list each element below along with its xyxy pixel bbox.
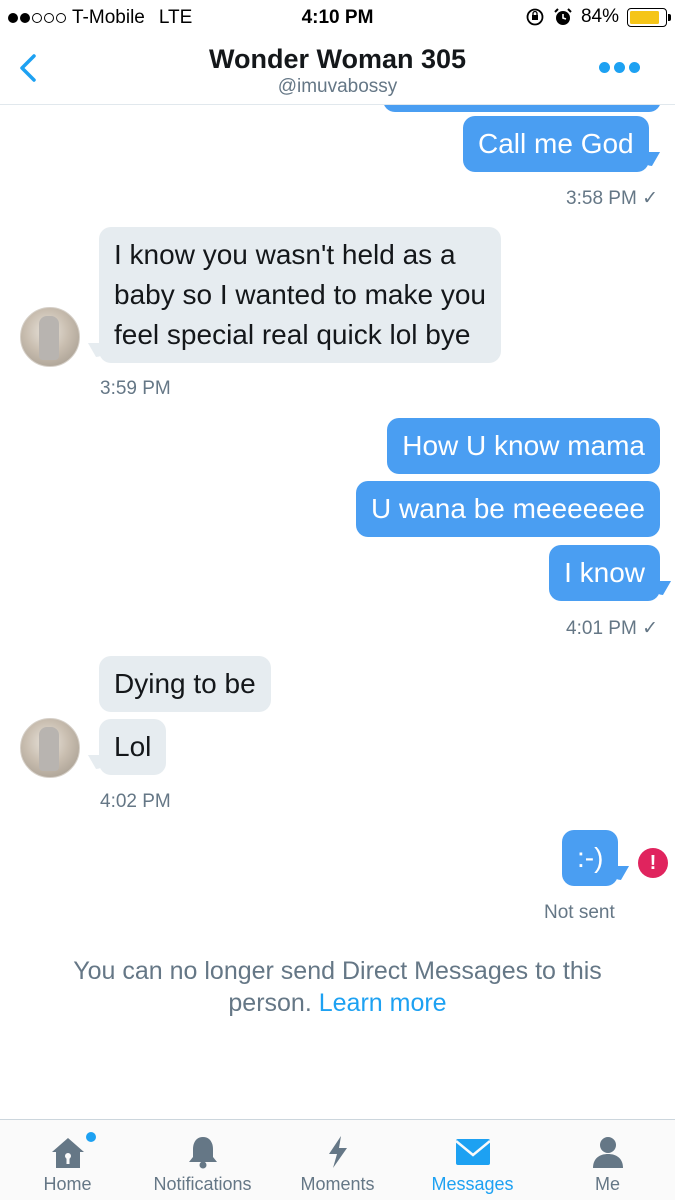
message-line: I know you wasn't held as a bbox=[114, 239, 456, 270]
message-bubble-outgoing[interactable]: Call me God bbox=[463, 116, 649, 172]
user-handle: @imuvabossy bbox=[277, 76, 398, 97]
lightning-icon bbox=[328, 1136, 347, 1168]
message-line: baby so I wanted to make you bbox=[114, 279, 486, 310]
envelope-icon bbox=[454, 1139, 491, 1165]
tab-home[interactable]: Home bbox=[0, 1120, 135, 1200]
error-icon[interactable]: ! bbox=[638, 848, 668, 878]
tab-bar: Home Notifications Moments Messages Me bbox=[0, 1119, 675, 1200]
tab-label: Me bbox=[594, 1174, 620, 1194]
message-bubble-incoming[interactable]: Lol bbox=[99, 719, 167, 775]
conversation-header: Wonder Woman 305 @imuvabossy bbox=[0, 36, 675, 105]
tab-label: Notifications bbox=[153, 1174, 252, 1194]
message-bubble-incoming[interactable]: I know you wasn't held as a baby so I wa… bbox=[99, 227, 501, 363]
more-dots-icon[interactable] bbox=[599, 62, 643, 76]
bell-icon bbox=[188, 1137, 217, 1169]
tab-label: Moments bbox=[300, 1174, 375, 1194]
notification-dot bbox=[86, 1132, 96, 1142]
message-bubble-outgoing[interactable]: I know bbox=[549, 545, 660, 601]
page-title[interactable]: Wonder Woman 305 bbox=[0, 44, 675, 75]
tab-label: Messages bbox=[431, 1174, 514, 1194]
message-bubble-incoming[interactable]: Dying to be bbox=[99, 656, 271, 712]
dm-disabled-notice: You can no longer send Direct Messages t… bbox=[40, 955, 635, 1019]
person-icon bbox=[592, 1137, 623, 1168]
message-bubble-outgoing[interactable]: How U know mama bbox=[387, 418, 660, 474]
message-bubble-outgoing[interactable]: U wana be meeeeeee bbox=[356, 481, 660, 537]
not-sent-label: Not sent bbox=[544, 902, 615, 923]
message-timestamp: 3:58 PM ✓ bbox=[566, 188, 658, 209]
avatar[interactable] bbox=[20, 307, 80, 367]
message-timestamp: 4:01 PM ✓ bbox=[566, 618, 658, 639]
message-bubble-outgoing-failed[interactable]: :-) bbox=[562, 830, 619, 886]
message-timestamp: 4:02 PM bbox=[100, 791, 171, 812]
message-timestamp: 3:59 PM bbox=[100, 378, 171, 399]
tab-label: Home bbox=[43, 1174, 92, 1194]
message-line: feel special real quick lol bye bbox=[114, 319, 471, 350]
tab-notifications[interactable]: Notifications bbox=[135, 1120, 270, 1200]
tab-messages[interactable]: Messages bbox=[405, 1120, 540, 1200]
tab-me[interactable]: Me bbox=[540, 1120, 675, 1200]
home-icon bbox=[51, 1138, 84, 1168]
tab-moments[interactable]: Moments bbox=[270, 1120, 405, 1200]
conversation-thread[interactable]: Call me God 3:58 PM ✓ I know you wasn't … bbox=[0, 0, 675, 1200]
avatar[interactable] bbox=[20, 718, 80, 778]
learn-more-link[interactable]: Learn more bbox=[319, 989, 447, 1017]
